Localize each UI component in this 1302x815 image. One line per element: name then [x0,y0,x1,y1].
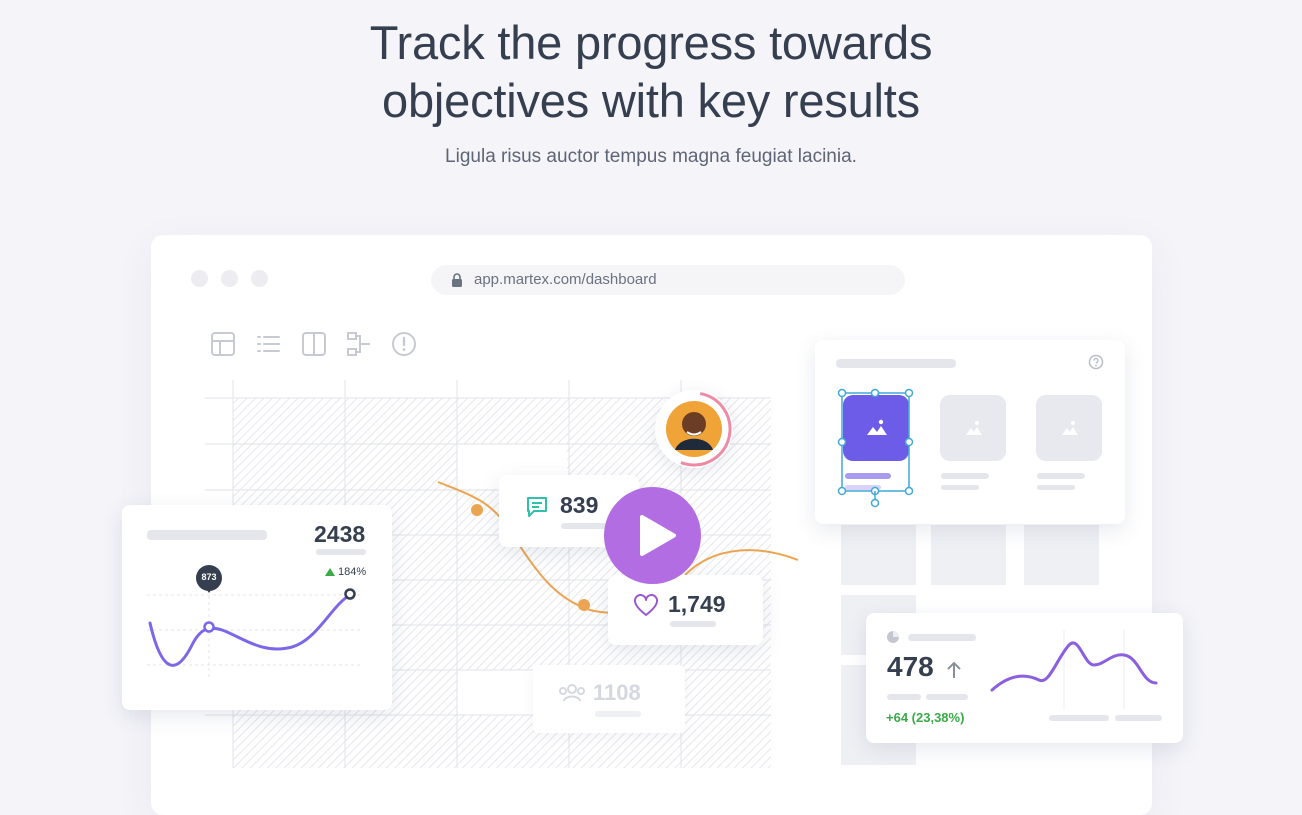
image-gallery-card[interactable] [815,340,1125,524]
stat-right-value: 478 [887,651,934,682]
play-video-button[interactable] [604,487,701,584]
address-bar-url: app.martex.com/dashboard [474,271,657,288]
stat-left-value: 2438 [314,521,366,547]
likes-count: 1,749 [668,591,726,617]
chart-point [344,588,356,600]
play-icon [640,515,676,556]
stat-card-left[interactable]: 2438 184% 873 [122,505,392,710]
heart-icon [634,594,658,616]
list-icon[interactable] [255,331,281,357]
window-dot [221,270,238,287]
image-thumbnail[interactable] [1036,395,1102,461]
connector-node [471,504,483,516]
users-card[interactable]: 1108 [533,665,685,733]
chart-point [203,621,215,633]
placeholder-block [841,525,916,585]
hero-subtitle: Ligula risus auctor tempus magna feugiat… [445,146,857,167]
stat-left-line-chart [147,588,362,680]
chart-marker-value: 873 [201,572,217,582]
window-dot [251,270,268,287]
columns-icon[interactable] [301,331,327,357]
avatar[interactable] [655,390,733,468]
hero-title-line-1: Track the progress towards [369,16,933,69]
chart-marker: 873 [196,565,222,593]
image-icon [1062,421,1078,435]
users-icon [559,684,585,702]
stat-card-right[interactable]: 478 +64 (23,38%) [866,613,1183,743]
lock-icon [452,273,462,287]
stat-right-change: +64 (23,38%) [886,710,965,725]
stat-right-line-chart [990,630,1158,710]
likes-card[interactable]: 1,749 [608,575,763,645]
image-thumbnail[interactable] [940,395,1006,461]
help-icon[interactable] [1088,354,1104,370]
address-bar[interactable]: app.martex.com/dashboard [431,265,905,295]
connector-node [578,599,590,611]
alert-icon[interactable] [391,331,417,357]
window-dot [191,270,208,287]
selection-handles[interactable] [837,388,917,508]
users-count: 1108 [593,680,641,705]
placeholder-block [931,525,1006,585]
table-icon[interactable] [210,331,236,357]
pie-chart-icon [887,631,899,643]
arrow-up-icon [947,661,961,678]
hero-title: Track the progress towards objectives wi… [0,14,1302,130]
image-icon [966,421,982,435]
comment-icon [527,497,547,517]
placeholder-block [1024,525,1099,585]
comments-count: 839 [560,492,599,518]
hierarchy-icon[interactable] [346,331,372,357]
hero-title-line-2: objectives with key results [382,74,920,127]
